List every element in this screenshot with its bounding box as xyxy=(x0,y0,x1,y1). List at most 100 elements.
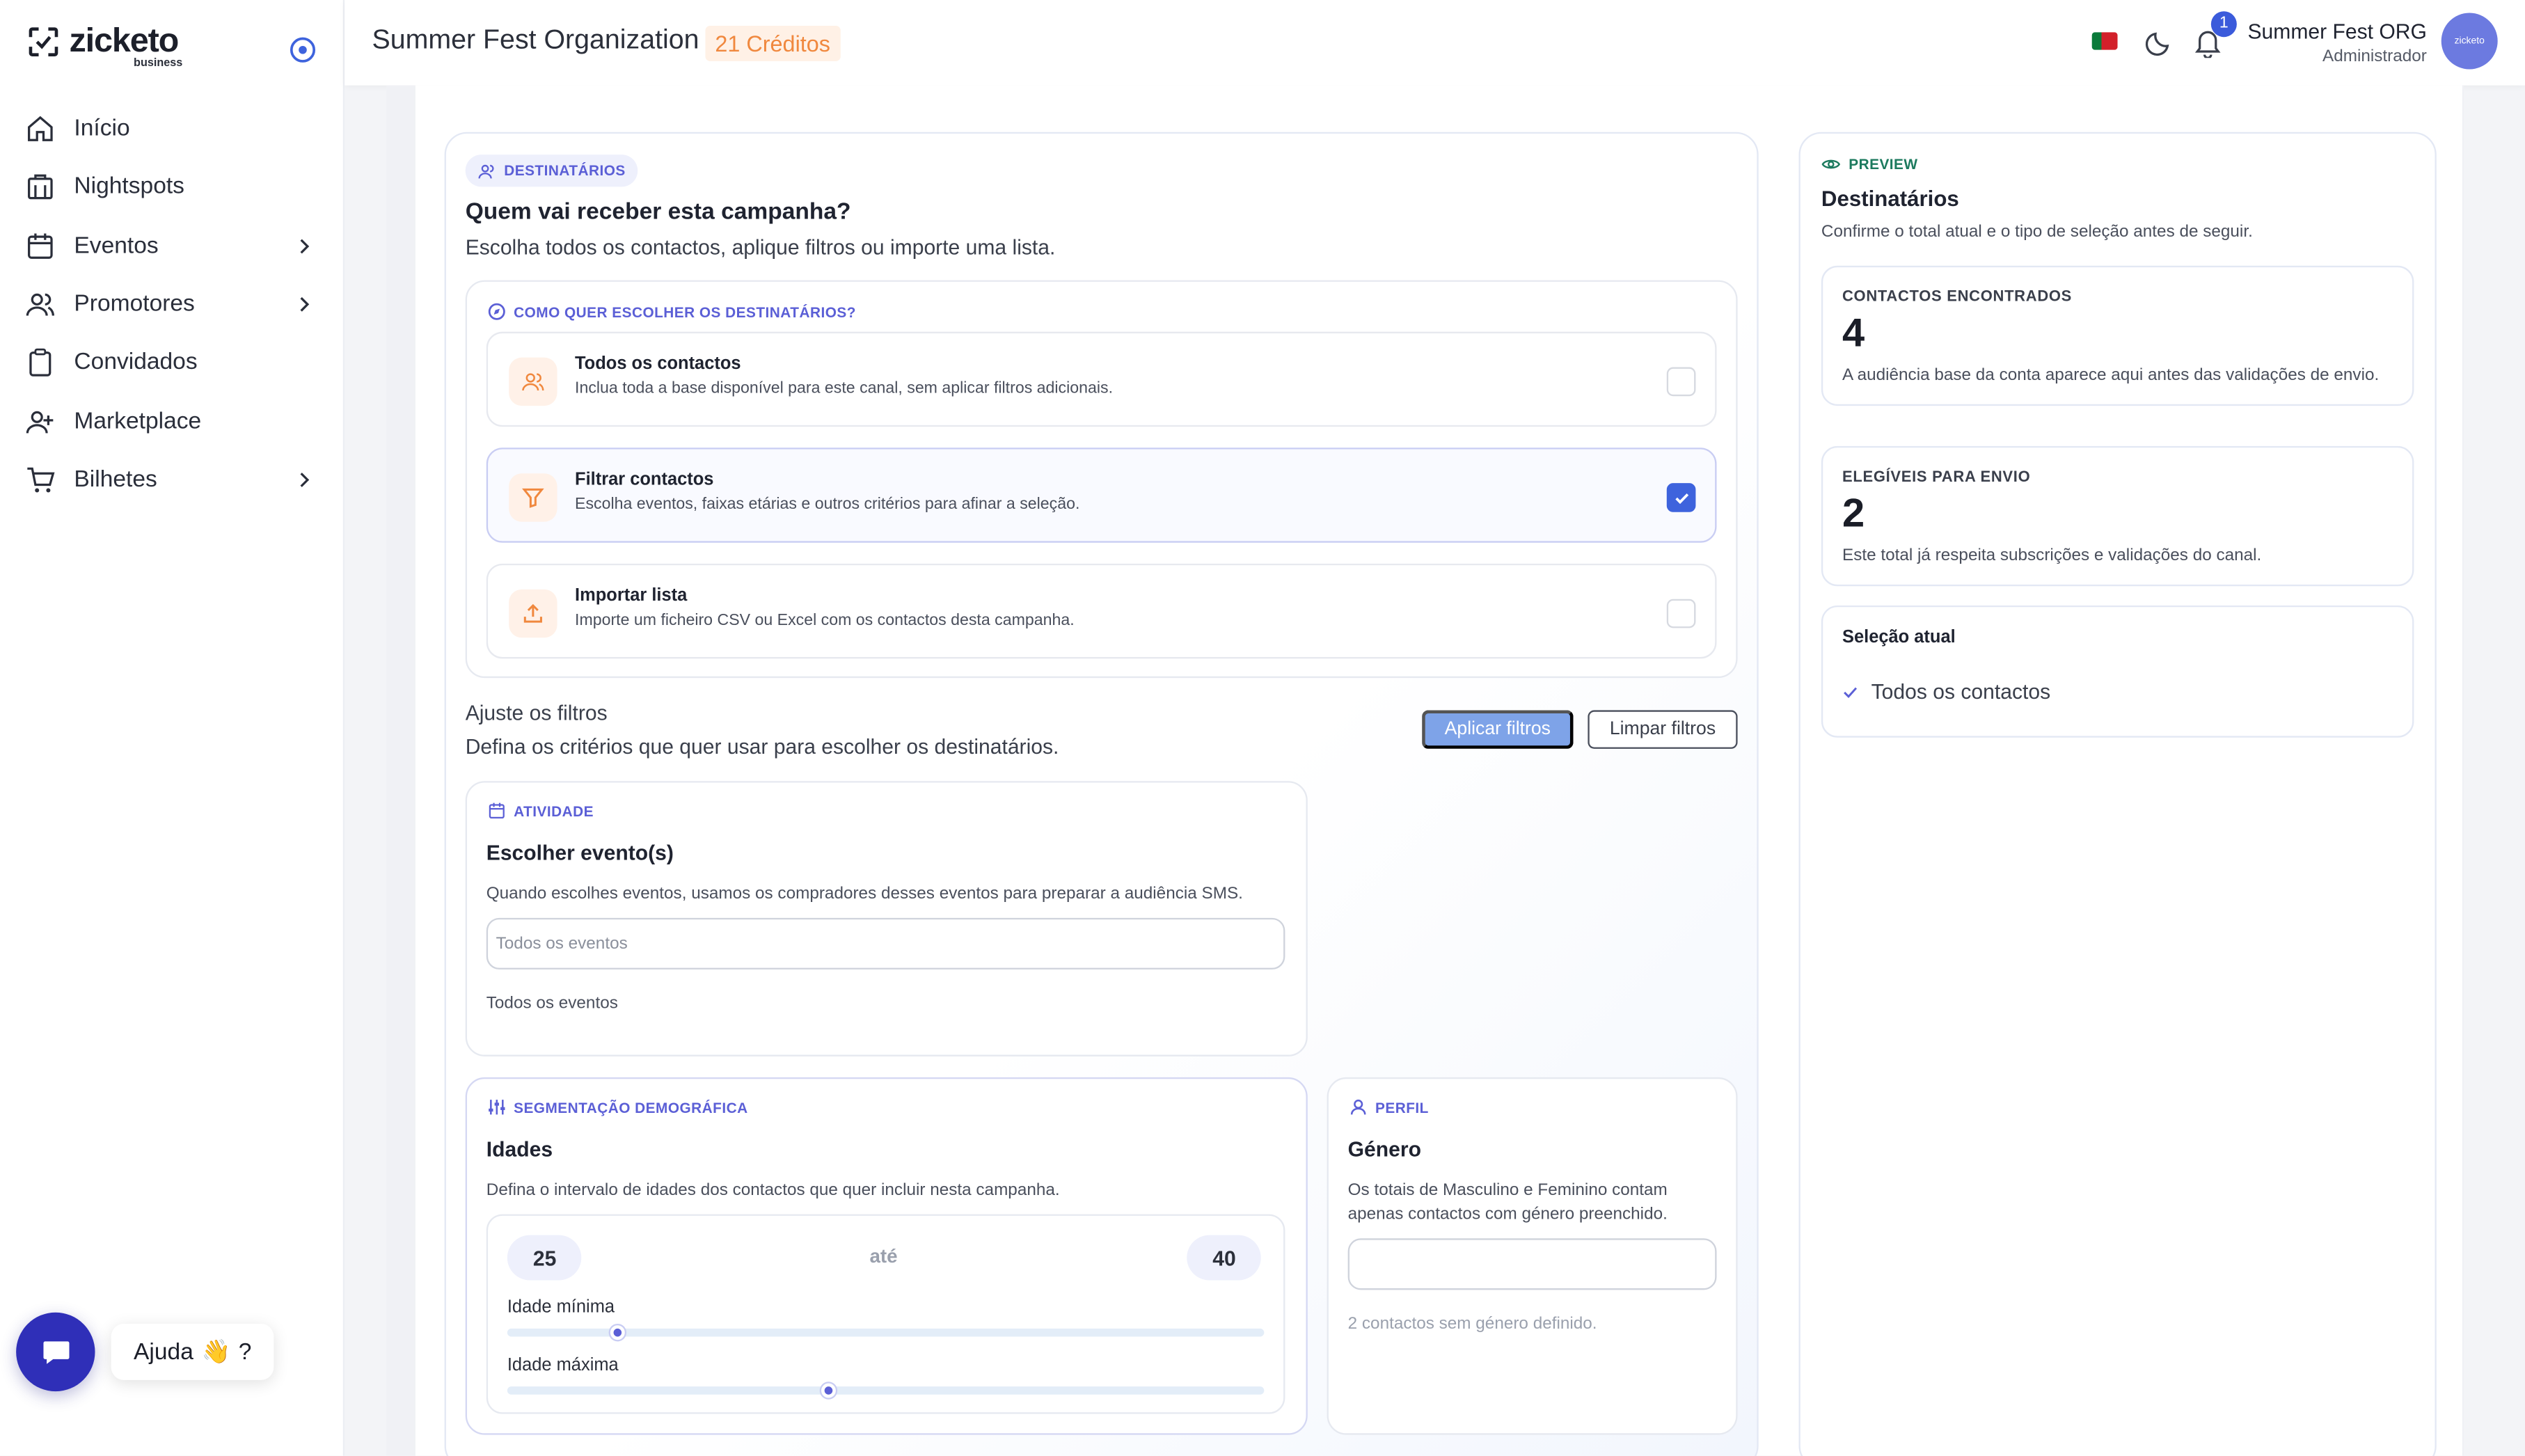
users-icon xyxy=(26,293,54,316)
avatar-text: zicketo xyxy=(2454,36,2485,46)
ages-title: Idades xyxy=(486,1137,553,1162)
notification-badge: 1 xyxy=(2210,11,2237,38)
home-icon xyxy=(28,116,53,142)
eligible-value: 2 xyxy=(1842,491,1865,537)
filter-icon xyxy=(522,488,544,508)
sidebar-toggle-icon[interactable] xyxy=(288,35,317,65)
sidebar-item-label: Promotores xyxy=(74,291,195,317)
sidebar-item-marketplace[interactable]: Marketplace xyxy=(0,392,345,450)
logo-subtitle: business xyxy=(134,58,183,70)
logo-icon xyxy=(29,27,58,56)
option-description: Escolha eventos, faixas etárias e outros… xyxy=(575,496,1080,514)
user-icon xyxy=(1350,1099,1366,1115)
profile-heading: PERFIL xyxy=(1349,1098,1429,1116)
current-selection-title: Seleção atual xyxy=(1842,628,1956,648)
sidebar-item-label: Bilhetes xyxy=(74,466,157,493)
recipients-title: Quem vai receber esta campanha? xyxy=(465,199,851,225)
activity-description: Quando escolhes eventos, usamos os compr… xyxy=(486,884,1243,904)
sliders-icon xyxy=(489,1100,505,1115)
chat-icon xyxy=(42,1340,69,1363)
sidebar-item-label: Eventos xyxy=(74,232,159,259)
max-age-label: Idade máxima xyxy=(507,1356,619,1375)
sidebar-item-promotores[interactable]: Promotores xyxy=(0,275,345,333)
option-all-contacts[interactable]: Todos os contactos Inclua toda a base di… xyxy=(486,331,1717,427)
min-age-value: 25 xyxy=(507,1235,583,1281)
option-description: Importe um ficheiro CSV ou Excel com os … xyxy=(575,612,1075,630)
flag-portugal-icon[interactable] xyxy=(2091,32,2118,50)
eye-icon xyxy=(1821,159,1841,169)
option-title: Todos os contactos xyxy=(575,354,741,374)
building-icon xyxy=(28,175,53,200)
option-filter-contacts[interactable]: Filtrar contactos Escolha eventos, faixa… xyxy=(486,448,1717,543)
page-title: Summer Fest Organization xyxy=(372,24,699,55)
apply-filters-button[interactable]: Aplicar filtros xyxy=(1422,710,1574,749)
sidebar-item-label: Nightspots xyxy=(74,174,184,200)
selection-method-heading-label: COMO QUER ESCOLHER OS DESTINATÁRIOS? xyxy=(514,303,856,320)
activity-heading: ATIVIDADE xyxy=(488,802,594,819)
help-label: Ajuda xyxy=(134,1338,193,1365)
chat-button[interactable] xyxy=(16,1312,95,1392)
user-name[interactable]: Summer Fest ORG xyxy=(2247,19,2426,44)
sidebar-item-bilhetes[interactable]: Bilhetes xyxy=(0,450,345,509)
avatar[interactable]: zicketo xyxy=(2441,13,2498,70)
contacts-found-label: CONTACTOS ENCONTRADOS xyxy=(1842,288,2073,306)
compass-icon xyxy=(488,303,505,320)
events-select-placeholder: Todos os eventos xyxy=(496,934,628,953)
chevron-right-icon xyxy=(300,296,310,312)
logo[interactable]: zicketo xyxy=(27,22,179,60)
sidebar-nav: Início Nightspots Eventos Promotores Con… xyxy=(0,100,345,509)
recipients-subtitle: Escolha todos os contactos, aplique filt… xyxy=(465,235,1056,260)
help-button[interactable]: Ajuda 👋 ? xyxy=(111,1323,274,1380)
gender-title: Género xyxy=(1347,1137,1421,1162)
recipients-pill-label: DESTINATÁRIOS xyxy=(504,162,626,179)
user-role: Administrador xyxy=(2322,47,2427,66)
selection-method-heading: COMO QUER ESCOLHER OS DESTINATÁRIOS? xyxy=(488,303,856,320)
sidebar-item-convidados[interactable]: Convidados xyxy=(0,333,345,392)
preview-heading: PREVIEW xyxy=(1821,156,1918,173)
contacts-found-description: A audiência base da conta aparece aqui a… xyxy=(1842,365,2380,385)
contacts-found-value: 4 xyxy=(1842,310,1865,356)
topbar: Summer Fest Organization 21 Créditos 1 S… xyxy=(345,0,2525,86)
demographics-heading: SEGMENTAÇÃO DEMOGRÁFICA xyxy=(488,1098,748,1116)
filters-subtitle: Defina os critérios que quer usar para e… xyxy=(465,734,1059,759)
min-age-label: Idade mínima xyxy=(507,1297,615,1317)
upload-icon xyxy=(523,603,542,623)
min-age-slider[interactable] xyxy=(507,1325,1265,1340)
cart-icon xyxy=(27,467,55,493)
recipients-pill: DESTINATÁRIOS xyxy=(465,155,639,187)
sidebar-item-inicio[interactable]: Início xyxy=(0,100,345,158)
sidebar-item-label: Marketplace xyxy=(74,408,202,434)
sidebar-item-label: Convidados xyxy=(74,349,198,376)
max-age-value: 40 xyxy=(1187,1235,1262,1281)
option-checkbox[interactable] xyxy=(1666,599,1696,628)
gender-select[interactable] xyxy=(1347,1238,1717,1290)
demographics-heading-label: SEGMENTAÇÃO DEMOGRÁFICA xyxy=(514,1099,748,1116)
option-import-list[interactable]: Importar lista Importe um ficheiro CSV o… xyxy=(486,563,1717,659)
check-icon xyxy=(1675,492,1688,503)
events-select[interactable]: Todos os eventos xyxy=(486,917,1285,970)
activity-heading-label: ATIVIDADE xyxy=(514,802,594,819)
gender-description: Os totais de Masculino e Feminino contam… xyxy=(1347,1180,1668,1224)
preview-subtitle: Confirme o total atual e o tipo de seleç… xyxy=(1821,222,2253,242)
gender-note: 2 contactos sem género definido. xyxy=(1347,1314,1597,1334)
clipboard-icon xyxy=(29,349,52,377)
app-frame: zicketo business Início Nightspots Event… xyxy=(0,0,2525,1456)
sidebar-item-nightspots[interactable]: Nightspots xyxy=(0,158,345,216)
option-title: Filtrar contactos xyxy=(575,470,714,490)
option-checkbox[interactable] xyxy=(1666,367,1696,397)
preview-heading-label: PREVIEW xyxy=(1849,156,1918,173)
min-age-slider-thumb[interactable] xyxy=(610,1325,624,1340)
sidebar-item-eventos[interactable]: Eventos xyxy=(0,216,345,275)
max-age-slider[interactable] xyxy=(507,1383,1265,1398)
option-checkbox-checked[interactable] xyxy=(1666,483,1696,512)
logo-text: zicketo xyxy=(69,22,179,60)
sidebar: zicketo business Início Nightspots Event… xyxy=(0,0,345,1456)
wave-icon: 👋 xyxy=(201,1340,231,1366)
current-selection-item: Todos os contactos xyxy=(1842,679,2050,704)
moon-icon[interactable] xyxy=(2145,27,2174,56)
credits-badge[interactable]: 21 Créditos xyxy=(705,26,840,61)
clear-filters-button[interactable]: Limpar filtros xyxy=(1588,710,1738,749)
eligible-card: ELEGÍVEIS PARA ENVIO 2 Este total já res… xyxy=(1821,445,2414,587)
filters-title: Ajuste os filtros xyxy=(465,700,608,725)
check-icon xyxy=(1844,686,1858,697)
